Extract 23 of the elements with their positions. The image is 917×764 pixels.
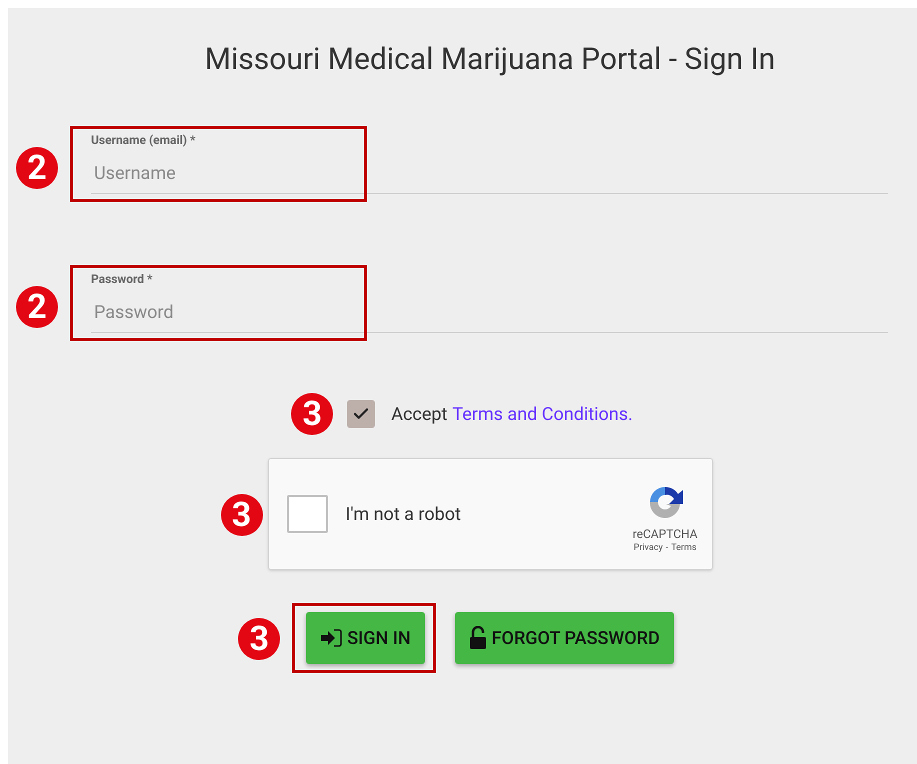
step-marker: 3	[220, 494, 262, 536]
terms-link[interactable]: Terms	[671, 542, 697, 554]
field-label: Username (email) *	[91, 133, 196, 147]
terms-label: Accept	[391, 402, 448, 426]
terms-link[interactable]: Terms and Conditions.	[452, 400, 633, 428]
privacy-link[interactable]: Privacy	[634, 542, 663, 554]
captcha-label: I'm not a robot	[346, 502, 461, 526]
link-separator: -	[666, 542, 668, 554]
unlocked-padlock-icon	[468, 626, 487, 650]
input-field[interactable]: Username	[91, 154, 888, 194]
forgot-password-button[interactable]: FORGOT PASSWORD	[454, 612, 674, 664]
step-marker: 3	[291, 393, 334, 435]
step-marker: 2	[16, 286, 58, 328]
sign-in-button[interactable]: SIGN IN	[306, 612, 425, 664]
sign-in-icon	[320, 628, 342, 648]
step-marker: 2	[16, 147, 58, 189]
field-label: Password *	[91, 272, 152, 286]
step-marker: 3	[238, 618, 280, 660]
input-field[interactable]: Password	[91, 293, 888, 333]
terms-checkbox[interactable]	[347, 400, 376, 428]
captcha-checkbox[interactable]	[286, 495, 328, 533]
page-title: Missouri Medical Marijuana Portal - Sign In	[204, 42, 776, 78]
captcha-brand: reCAPTCHA	[632, 526, 698, 542]
